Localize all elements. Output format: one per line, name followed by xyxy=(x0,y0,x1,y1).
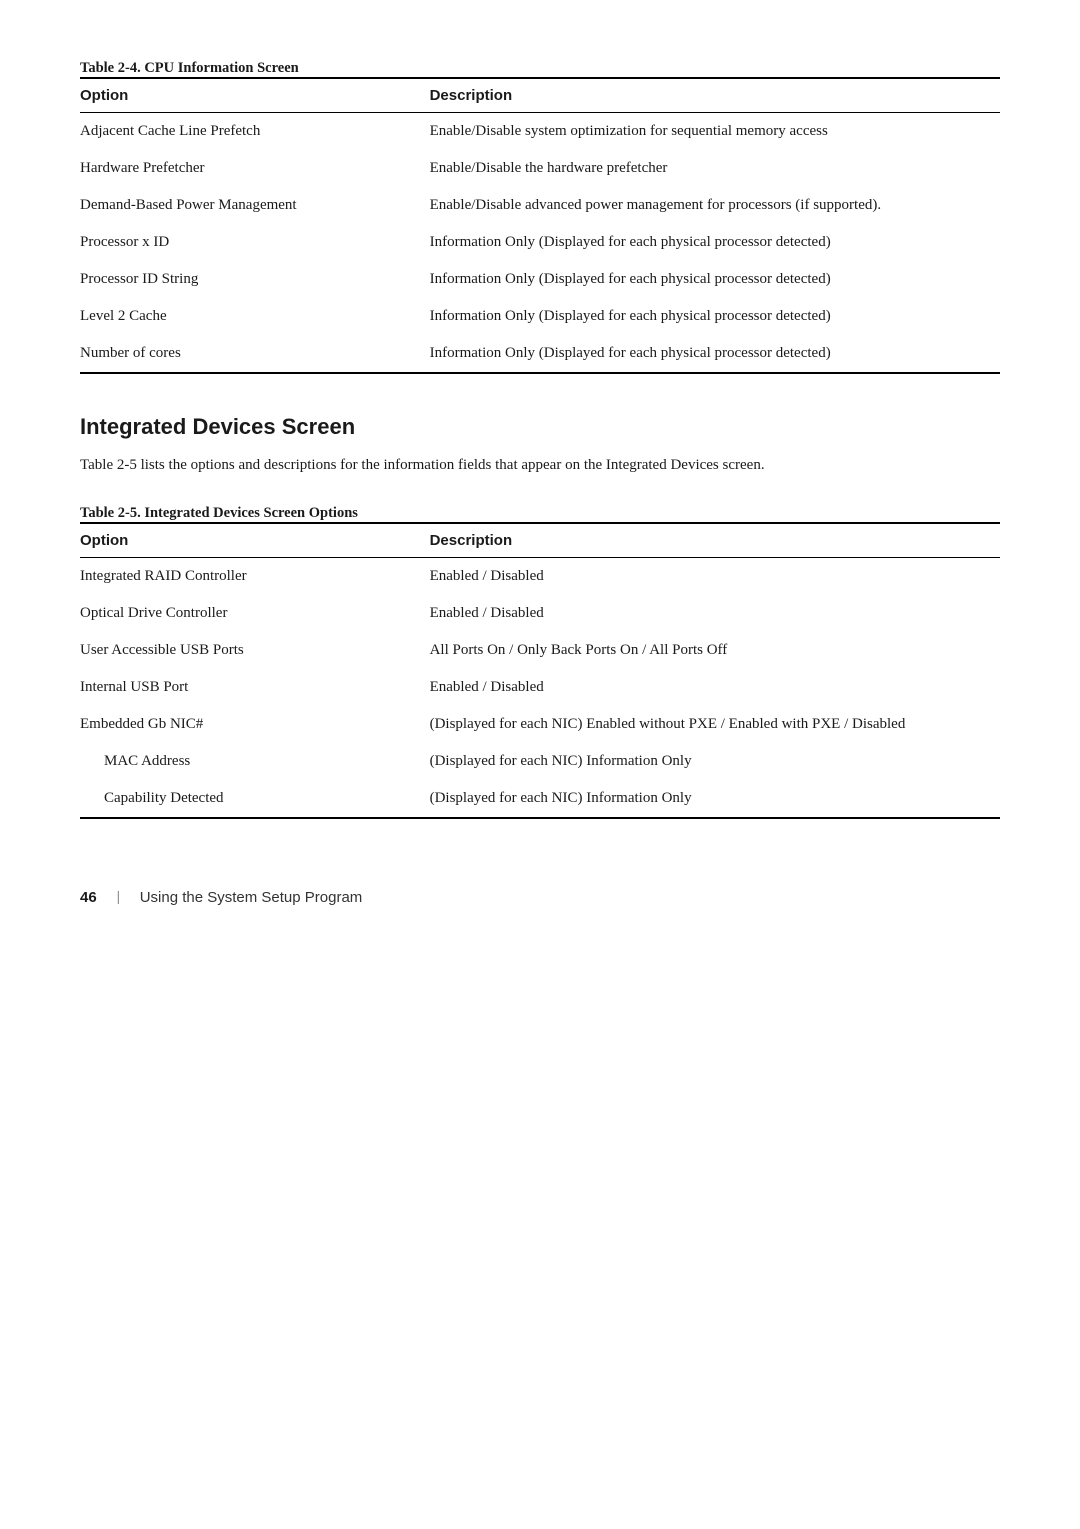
description-cell: Information Only (Displayed for each phy… xyxy=(430,335,1000,373)
description-cell: Information Only (Displayed for each phy… xyxy=(430,224,1000,261)
integrated-devices-intro: Table 2-5 lists the options and descript… xyxy=(80,454,1000,477)
description-cell: Enable/Disable the hardware prefetcher xyxy=(430,150,1000,187)
description-cell: (Displayed for each NIC) Information Onl… xyxy=(430,780,1000,818)
table2-col1-header: Option xyxy=(80,523,430,558)
option-cell: Number of cores xyxy=(80,335,430,373)
footer-divider: | xyxy=(117,889,120,906)
table-row: Demand-Based Power ManagementEnable/Disa… xyxy=(80,187,1000,224)
option-cell: Capability Detected xyxy=(80,780,430,818)
option-cell: Embedded Gb NIC# xyxy=(80,706,430,743)
table-row: Internal USB PortEnabled / Disabled xyxy=(80,669,1000,706)
description-cell: Enabled / Disabled xyxy=(430,669,1000,706)
integrated-devices-table: Option Description Integrated RAID Contr… xyxy=(80,522,1000,819)
table-row: Processor ID StringInformation Only (Dis… xyxy=(80,261,1000,298)
option-cell: Hardware Prefetcher xyxy=(80,150,430,187)
description-cell: Information Only (Displayed for each phy… xyxy=(430,298,1000,335)
table1-title: Table 2-4. CPU Information Screen xyxy=(80,60,1000,77)
description-cell: (Displayed for each NIC) Enabled without… xyxy=(430,706,1000,743)
description-cell: Enabled / Disabled xyxy=(430,557,1000,595)
table-row: Adjacent Cache Line PrefetchEnable/Disab… xyxy=(80,113,1000,151)
page-number: 46 xyxy=(80,889,97,906)
option-cell: MAC Address xyxy=(80,743,430,780)
option-cell: Level 2 Cache xyxy=(80,298,430,335)
option-cell: User Accessible USB Ports xyxy=(80,632,430,669)
table-row: Number of coresInformation Only (Display… xyxy=(80,335,1000,373)
description-cell: Information Only (Displayed for each phy… xyxy=(430,261,1000,298)
page-footer: 46 | Using the System Setup Program xyxy=(80,879,1000,906)
option-cell: Optical Drive Controller xyxy=(80,595,430,632)
table-row: Capability Detected(Displayed for each N… xyxy=(80,780,1000,818)
option-cell: Internal USB Port xyxy=(80,669,430,706)
option-cell: Adjacent Cache Line Prefetch xyxy=(80,113,430,151)
table2-col2-header: Description xyxy=(430,523,1000,558)
table-row: User Accessible USB PortsAll Ports On / … xyxy=(80,632,1000,669)
table-row: Processor x IDInformation Only (Displaye… xyxy=(80,224,1000,261)
table2-title: Table 2-5. Integrated Devices Screen Opt… xyxy=(80,505,1000,522)
table-row: Integrated RAID ControllerEnabled / Disa… xyxy=(80,557,1000,595)
description-cell: Enable/Disable advanced power management… xyxy=(430,187,1000,224)
option-cell: Integrated RAID Controller xyxy=(80,557,430,595)
description-cell: Enabled / Disabled xyxy=(430,595,1000,632)
description-cell: All Ports On / Only Back Ports On / All … xyxy=(430,632,1000,669)
table-row: MAC Address(Displayed for each NIC) Info… xyxy=(80,743,1000,780)
table1-col1-header: Option xyxy=(80,78,430,113)
footer-text: Using the System Setup Program xyxy=(140,889,363,906)
option-cell: Demand-Based Power Management xyxy=(80,187,430,224)
table1-col2-header: Description xyxy=(430,78,1000,113)
table-row: Hardware PrefetcherEnable/Disable the ha… xyxy=(80,150,1000,187)
option-cell: Processor ID String xyxy=(80,261,430,298)
option-cell: Processor x ID xyxy=(80,224,430,261)
table-row: Embedded Gb NIC#(Displayed for each NIC)… xyxy=(80,706,1000,743)
table-row: Level 2 CacheInformation Only (Displayed… xyxy=(80,298,1000,335)
cpu-info-table: Option Description Adjacent Cache Line P… xyxy=(80,77,1000,374)
table-row: Optical Drive ControllerEnabled / Disabl… xyxy=(80,595,1000,632)
description-cell: (Displayed for each NIC) Information Onl… xyxy=(430,743,1000,780)
description-cell: Enable/Disable system optimization for s… xyxy=(430,113,1000,151)
integrated-devices-heading: Integrated Devices Screen xyxy=(80,414,1000,440)
